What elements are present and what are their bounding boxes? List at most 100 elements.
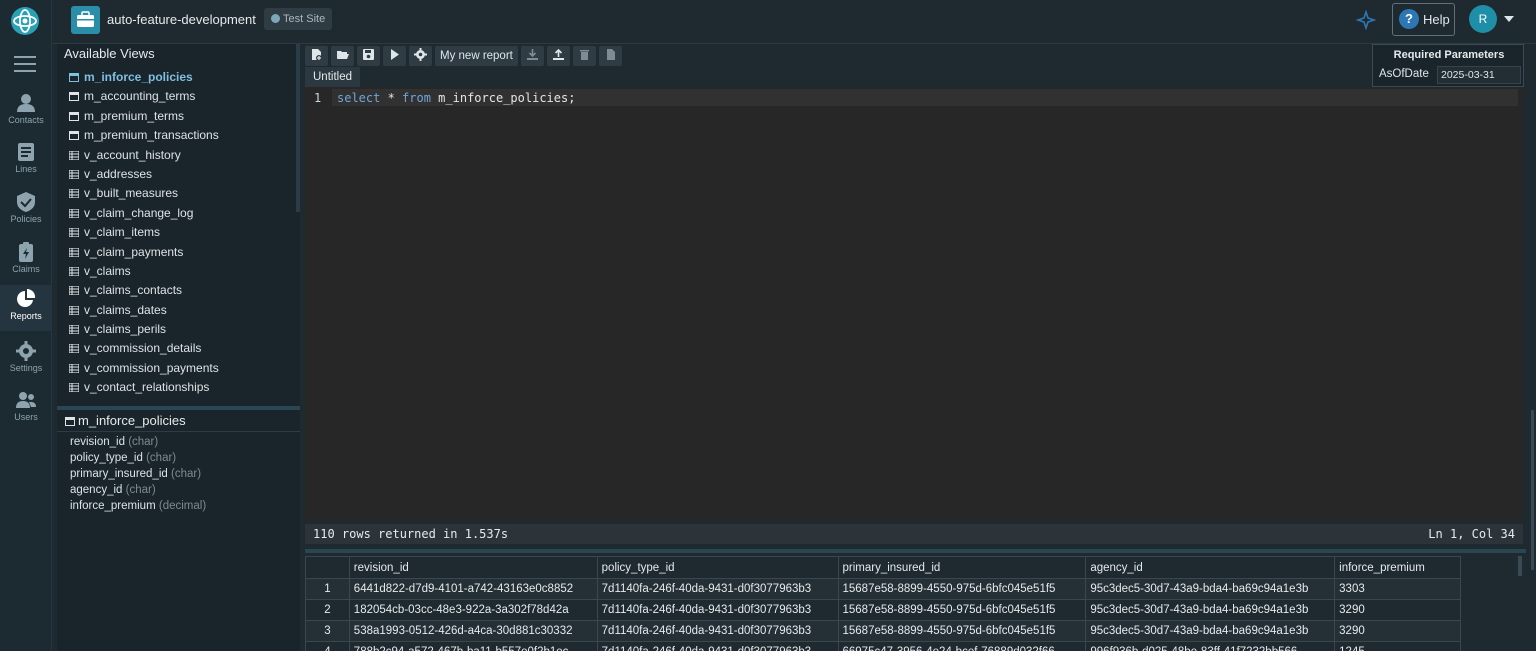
view-item[interactable]: v_commission_details: [57, 339, 297, 358]
upload-button[interactable]: [546, 46, 570, 66]
asofdate-input[interactable]: 2025-03-31: [1437, 66, 1521, 84]
row-number[interactable]: 2: [305, 599, 350, 621]
sql-editor[interactable]: 1 select * from m_inforce_policies;: [305, 87, 1523, 521]
column-header[interactable]: agency_id: [1085, 556, 1336, 579]
new-file-button[interactable]: [305, 46, 328, 66]
nav-claims[interactable]: Claims: [0, 238, 52, 284]
help-button[interactable]: ? Help: [1392, 3, 1455, 36]
table-row[interactable]: 2 182054cb-03cc-48e3-922a-3a302f78d42a 7d1…: [305, 599, 1461, 621]
table-cell[interactable]: 15687e58-8899-4550-975d-6bfc045e51f5: [837, 578, 1087, 600]
table-icon: [69, 150, 79, 160]
nav-reports[interactable]: Reports: [0, 285, 52, 331]
table-cell[interactable]: 15687e58-8899-4550-975d-6bfc045e51f5: [837, 599, 1087, 621]
view-item[interactable]: v_claims_dates: [57, 301, 297, 320]
results-divider[interactable]: [305, 549, 1526, 553]
table-cell[interactable]: 95c3dec5-30d7-43a9-bda4-ba69c94a1e3b: [1085, 620, 1336, 642]
column-type: (char): [146, 452, 177, 464]
view-item[interactable]: v_claims: [57, 262, 297, 281]
nav-label: Settings: [9, 363, 43, 373]
column-header[interactable]: policy_type_id: [596, 556, 839, 579]
app-logo-icon[interactable]: [11, 7, 39, 35]
scrollbar[interactable]: [1531, 410, 1534, 570]
table-cell[interactable]: 95c3dec5-30d7-43a9-bda4-ba69c94a1e3b: [1085, 578, 1336, 600]
view-item[interactable]: v_claims_contacts: [57, 281, 297, 300]
copy-button[interactable]: [598, 46, 622, 66]
column-header[interactable]: primary_insured_id: [837, 556, 1087, 579]
view-item-label: v_claim_items: [84, 225, 161, 240]
table-cell[interactable]: 1245: [1334, 641, 1461, 651]
view-item[interactable]: v_contact_relationships: [57, 378, 297, 397]
nav-label: Contacts: [8, 115, 44, 125]
view-item[interactable]: v_account_history: [57, 146, 297, 165]
code-line[interactable]: select * from m_inforce_policies;: [337, 91, 575, 105]
column-item[interactable]: inforce_premium (decimal): [70, 500, 206, 512]
column-item[interactable]: primary_insured_id (char): [70, 468, 201, 480]
table-row[interactable]: 4788b2c94-a572-467b-ba11-b557e0f2b1ec7d1…: [305, 641, 1461, 651]
view-item[interactable]: v_built_measures: [57, 184, 297, 203]
delete-button[interactable]: [572, 46, 596, 66]
row-number[interactable]: 1: [305, 578, 350, 600]
column-header[interactable]: inforce_premium: [1334, 556, 1461, 579]
view-item[interactable]: v_claim_change_log: [57, 204, 297, 223]
nav-users[interactable]: Users: [0, 386, 52, 432]
table-cell[interactable]: 95c3dec5-30d7-43a9-bda4-ba69c94a1e3b: [1085, 599, 1336, 621]
column-item[interactable]: agency_id (char): [70, 484, 156, 496]
view-item[interactable]: v_claims_perils: [57, 320, 297, 339]
view-item-label: v_claims_perils: [84, 322, 167, 337]
view-item[interactable]: v_commission_payments: [57, 359, 297, 378]
avatar[interactable]: R: [1469, 5, 1497, 33]
row-number[interactable]: 3: [305, 620, 350, 642]
table-cell[interactable]: 66975c47-3956-4e24-bcef-76889d032f66: [837, 641, 1087, 651]
column-item[interactable]: policy_type_id (char): [70, 452, 176, 464]
save-button[interactable]: [357, 46, 380, 66]
settings-button[interactable]: [409, 46, 432, 66]
report-name-button[interactable]: My new report: [435, 46, 518, 66]
table-icon: [69, 325, 79, 335]
table-cell[interactable]: 996f936b-d025-48be-83ff-41f7232bb566: [1085, 641, 1336, 651]
view-item-label: v_claims_dates: [84, 302, 167, 317]
table-cell[interactable]: 7d1140fa-246f-40da-9431-d0f3077963b3: [596, 620, 839, 642]
table-cell[interactable]: 6441d822-d7d9-4101-a742-43163e0c8852: [348, 578, 598, 600]
table-row[interactable]: 3 538a1993-0512-426d-a4ca-30d881c30332 7d1…: [305, 620, 1461, 642]
sparkle-icon[interactable]: [1354, 9, 1378, 31]
download-button[interactable]: [520, 46, 544, 66]
view-item[interactable]: m_accounting_terms: [57, 87, 297, 106]
project-name[interactable]: auto-feature-development: [107, 12, 256, 27]
column-item[interactable]: revision_id (char): [70, 436, 158, 448]
table-cell[interactable]: 182054cb-03cc-48e3-922a-3a302f78d42a: [348, 599, 598, 621]
table-icon: [69, 208, 79, 218]
menu-icon[interactable]: [14, 55, 36, 73]
open-button[interactable]: [331, 46, 354, 66]
briefcase-icon[interactable]: [71, 6, 100, 34]
table-cell[interactable]: 3290: [1334, 620, 1461, 642]
table-cell[interactable]: 7d1140fa-246f-40da-9431-d0f3077963b3: [596, 578, 839, 600]
table-row[interactable]: 1 6441d822-d7d9-4101-a742-43163e0c8852 7d1…: [305, 578, 1461, 600]
table-cell[interactable]: 7d1140fa-246f-40da-9431-d0f3077963b3: [596, 599, 839, 621]
nav-policies[interactable]: Policies: [0, 188, 52, 234]
table-cell[interactable]: 3290: [1334, 599, 1461, 621]
view-item[interactable]: m_premium_terms: [57, 107, 297, 126]
view-item[interactable]: v_claim_payments: [57, 243, 297, 262]
table-cell[interactable]: 788b2c94-a572-467b-ba11-b557e0f2b1ec: [348, 641, 598, 651]
view-item[interactable]: m_premium_transactions: [57, 126, 297, 145]
table-cell[interactable]: 3303: [1334, 578, 1461, 600]
column-header[interactable]: revision_id: [348, 556, 598, 579]
view-item-label: v_commission_details: [84, 341, 202, 356]
table-cell[interactable]: 7d1140fa-246f-40da-9431-d0f3077963b3: [596, 641, 839, 651]
view-item[interactable]: m_inforce_policies: [57, 68, 297, 87]
table-icon: [69, 363, 79, 373]
chevron-down-icon[interactable]: [1504, 16, 1514, 22]
scrollbar[interactable]: [1518, 556, 1522, 576]
nav-lines[interactable]: Lines: [0, 138, 52, 184]
view-item[interactable]: v_addresses: [57, 165, 297, 184]
nav-contacts[interactable]: Contacts: [0, 89, 52, 135]
available-views-panel: Available Views m_inforce_policies m_acco…: [57, 44, 300, 406]
tab-untitled[interactable]: Untitled: [305, 67, 360, 87]
table-cell[interactable]: 15687e58-8899-4550-975d-6bfc045e51f5: [837, 620, 1087, 642]
nav-label: Reports: [10, 311, 42, 321]
nav-settings[interactable]: Settings: [0, 337, 52, 383]
view-item[interactable]: v_claim_items: [57, 223, 297, 242]
table-cell[interactable]: 538a1993-0512-426d-a4ca-30d881c30332: [348, 620, 598, 642]
row-number[interactable]: 4: [305, 641, 350, 651]
run-button[interactable]: [383, 46, 406, 66]
